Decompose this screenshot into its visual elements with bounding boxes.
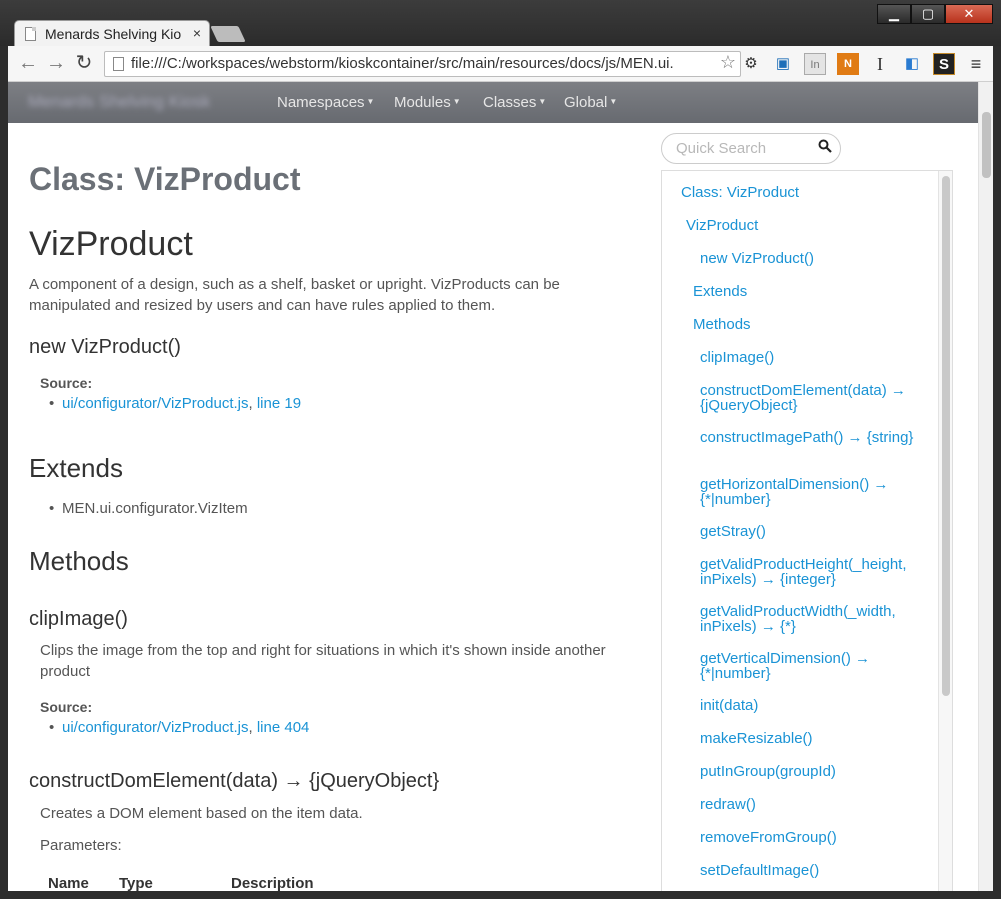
toc-item-init[interactable]: init(data) — [700, 698, 920, 713]
page-scrollbar[interactable] — [978, 82, 993, 891]
cursor-icon[interactable]: I — [869, 53, 891, 75]
page-icon — [113, 57, 124, 71]
method-constructdomelement-description: Creates a DOM element based on the item … — [40, 805, 363, 822]
window-controls: ▁ ▢ ✕ — [877, 4, 993, 24]
toc-item-methods[interactable]: Methods — [693, 317, 913, 332]
table-header-description: Description — [231, 875, 314, 891]
method-clipimage-description: Clips the image from the top and right f… — [40, 642, 606, 680]
table-of-contents: Class: VizProduct VizProduct new VizProd… — [661, 170, 953, 891]
table-header-name: Name — [48, 875, 89, 891]
method-constructdomelement-signature: constructDomElement(data) → {jQueryObjec… — [29, 770, 440, 792]
browser-window: Menards Shelving Kio × ▁ ▢ ✕ ← → ↻ file:… — [0, 0, 1001, 899]
source-label: Source: — [40, 375, 93, 391]
s-icon[interactable]: S — [933, 53, 955, 75]
toc-item-getvalidproductheight[interactable]: getValidProductHeight(_height, inPixels)… — [700, 557, 920, 587]
page-title: Class: VizProduct — [29, 161, 301, 197]
reload-button[interactable]: ↻ — [72, 51, 96, 75]
methods-heading: Methods — [29, 546, 129, 576]
toc-item-extends[interactable]: Extends — [693, 284, 913, 299]
toc-item-clipimage[interactable]: clipImage() — [700, 350, 920, 365]
method-clipimage-signature: clipImage() — [29, 608, 128, 630]
back-button[interactable]: ← — [16, 51, 40, 75]
separator: , — [248, 719, 253, 736]
toc-item-putingroup[interactable]: putInGroup(groupId) — [700, 764, 920, 779]
tab-icon[interactable]: ◧ — [901, 53, 923, 75]
tab-close-button[interactable]: × — [193, 25, 201, 41]
address-bar[interactable]: file:///C:/workspaces/webstorm/kioskcont… — [104, 51, 741, 77]
browser-tab[interactable]: Menards Shelving Kio × — [14, 20, 210, 46]
source-file-link[interactable]: ui/configurator/VizProduct.js — [62, 395, 248, 412]
toc-item-vizproduct[interactable]: VizProduct — [686, 218, 906, 233]
source-line-link[interactable]: line 404 — [257, 719, 310, 736]
page-favicon-icon — [25, 27, 36, 41]
browser-toolbar: ← → ↻ file:///C:/workspaces/webstorm/kio… — [8, 46, 993, 82]
quick-search — [661, 133, 841, 164]
minimize-button[interactable]: ▁ — [877, 4, 911, 24]
toc-item-constructdomelement[interactable]: constructDomElement(data) → {jQueryObjec… — [700, 383, 920, 413]
in-icon[interactable]: In — [804, 53, 826, 75]
toc-item-constructimagepath[interactable]: constructImagePath() → {string} — [700, 430, 920, 445]
clipimage-source: ui/configurator/VizProduct.js, line 404 — [49, 719, 310, 736]
toc-item-removefromgroup[interactable]: removeFromGroup() — [700, 830, 920, 845]
maximize-button[interactable]: ▢ — [911, 4, 945, 24]
gear-icon[interactable]: ⚙ — [740, 53, 762, 75]
menu-icon[interactable]: ≡ — [965, 53, 987, 75]
parameters-label: Parameters: — [40, 837, 122, 854]
class-heading: VizProduct — [29, 225, 193, 263]
url-text[interactable]: file:///C:/workspaces/webstorm/kioskcont… — [131, 55, 711, 72]
toc-item-gethorizontaldimension[interactable]: getHorizontalDimension() → {*|number} — [700, 477, 920, 507]
extends-item: MEN.ui.configurator.VizItem — [49, 500, 248, 517]
title-bar: Menards Shelving Kio × ▁ ▢ ✕ — [0, 0, 1001, 46]
main-content: Class: VizProduct VizProduct A component… — [29, 82, 649, 891]
source-label: Source: — [40, 699, 93, 715]
toc-item-getstray[interactable]: getStray() — [700, 524, 920, 539]
page-viewport: Menards Shelving Kiosk Namespaces ▼ Modul… — [8, 82, 993, 891]
toc-item-redraw[interactable]: redraw() — [700, 797, 920, 812]
toc-item-makeresizable[interactable]: makeResizable() — [700, 731, 920, 746]
new-icon[interactable]: N — [837, 53, 859, 75]
source-file-link[interactable]: ui/configurator/VizProduct.js — [62, 719, 248, 736]
page-scrollbar-thumb[interactable] — [982, 112, 991, 178]
toc-item-getvalidproductwidth[interactable]: getValidProductWidth(_width, inPixels) →… — [700, 604, 920, 634]
monitor-icon[interactable]: ▣ — [772, 53, 794, 75]
toc-item-constructor[interactable]: new VizProduct() — [700, 251, 920, 266]
source-line-link[interactable]: line 19 — [257, 395, 301, 412]
toc-item-setdefaultimage[interactable]: setDefaultImage() — [700, 863, 920, 878]
forward-button[interactable]: → — [44, 51, 68, 75]
bookmark-star-icon[interactable]: ☆ — [720, 52, 736, 73]
new-tab-button[interactable] — [210, 26, 246, 42]
close-window-button[interactable]: ✕ — [945, 4, 993, 24]
separator: , — [248, 395, 253, 412]
tab-title: Menards Shelving Kio — [45, 26, 182, 42]
constructor-source: ui/configurator/VizProduct.js, line 19 — [49, 395, 301, 412]
toc-scrollbar[interactable] — [938, 171, 952, 891]
toc-item-class[interactable]: Class: VizProduct — [681, 185, 901, 200]
toc-scrollbar-thumb[interactable] — [942, 176, 950, 696]
class-description: A component of a design, such as a shelf… — [29, 276, 560, 314]
table-header-type: Type — [119, 875, 153, 891]
constructor-signature: new VizProduct() — [29, 336, 181, 358]
toc-item-getverticaldimension[interactable]: getVerticalDimension() → {*|number} — [700, 651, 920, 681]
search-input[interactable] — [676, 140, 816, 157]
search-icon[interactable] — [818, 139, 832, 153]
extends-heading: Extends — [29, 453, 123, 483]
